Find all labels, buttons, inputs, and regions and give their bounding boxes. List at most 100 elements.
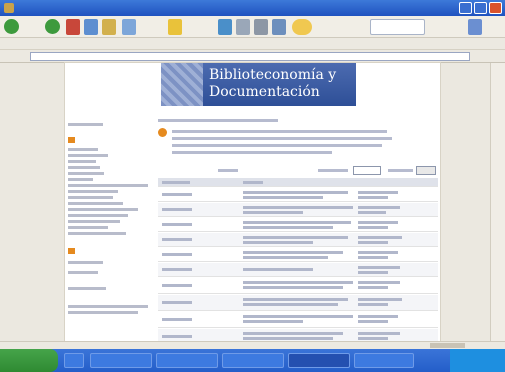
stop-icon[interactable] [66, 19, 80, 35]
menu-item-tools[interactable] [90, 40, 120, 47]
sidebar-link[interactable] [68, 261, 103, 264]
sidebar-link[interactable] [68, 220, 120, 223]
sort-select[interactable] [353, 166, 381, 175]
menu-item-file[interactable] [6, 40, 20, 47]
taskbar-window-button[interactable] [90, 353, 152, 368]
info-icon [158, 128, 167, 137]
status-bar [0, 341, 505, 349]
sidebar-link[interactable] [68, 232, 126, 235]
home-icon[interactable] [102, 19, 116, 35]
toolbar-extra-button[interactable] [468, 19, 482, 35]
section-bullet-icon [68, 137, 75, 143]
header-title-line2: Documentación [209, 84, 320, 100]
taskbar [0, 349, 505, 372]
vertical-scrollbar[interactable] [490, 63, 505, 349]
printer-icon[interactable] [254, 19, 268, 35]
system-tray [450, 349, 505, 372]
browser-content: Biblioteconomía y Documentación [0, 63, 505, 349]
menu-item-edit[interactable] [26, 40, 42, 47]
start-button[interactable] [0, 349, 58, 372]
sidebar-link[interactable] [68, 148, 98, 151]
table-row[interactable] [158, 188, 438, 202]
table-row[interactable] [158, 312, 438, 328]
title-bar [0, 0, 505, 16]
header-title-line1: Biblioteconomía y [209, 67, 337, 83]
sidebar-link[interactable] [68, 190, 118, 193]
menu-bar [0, 38, 505, 50]
back-arrow-icon[interactable] [4, 19, 19, 34]
sidebar-link[interactable] [68, 154, 108, 157]
intro-text [172, 151, 332, 154]
sidebar-link[interactable] [68, 287, 106, 290]
header-photo [161, 63, 203, 106]
close-button[interactable] [489, 2, 502, 14]
sidebar-link[interactable] [68, 214, 128, 217]
pager-link[interactable] [218, 169, 238, 172]
intro-text [172, 130, 387, 133]
table-header-row [158, 178, 438, 187]
sidebar-link[interactable] [68, 208, 138, 211]
sidebar-link[interactable] [68, 166, 100, 169]
intro-text [172, 137, 392, 140]
address-input[interactable] [30, 52, 470, 61]
column-header [162, 181, 190, 184]
sidebar-link[interactable] [68, 184, 148, 187]
sidebar-text [68, 311, 138, 314]
sidebar-line [68, 123, 103, 126]
taskbar-window-button[interactable] [156, 353, 218, 368]
quick-launch[interactable] [64, 353, 84, 368]
window-title [18, 2, 288, 13]
sidebar-link[interactable] [68, 226, 108, 229]
sidebar-link[interactable] [68, 196, 113, 199]
table-row[interactable] [158, 278, 438, 294]
menu-item-help[interactable] [126, 40, 140, 47]
pager-label [318, 169, 348, 172]
sidebar [68, 113, 153, 343]
taskbar-window-button[interactable] [222, 353, 284, 368]
messenger-icon[interactable] [292, 19, 312, 35]
section-bullet-icon [68, 248, 75, 254]
pager-label [388, 169, 413, 172]
favorites-label[interactable] [185, 22, 213, 30]
site-header-banner: Biblioteconomía y Documentación [161, 63, 356, 106]
forward-arrow-icon[interactable] [45, 19, 60, 34]
go-button[interactable] [416, 166, 436, 175]
breadcrumb[interactable] [158, 119, 278, 122]
sidebar-link[interactable] [68, 178, 93, 181]
table-row[interactable] [158, 233, 438, 247]
mail-icon[interactable] [236, 19, 250, 35]
minimize-button[interactable] [459, 2, 472, 14]
status-zone-label [430, 343, 465, 348]
table-row[interactable] [158, 203, 438, 217]
table-row[interactable] [158, 295, 438, 311]
table-row[interactable] [158, 263, 438, 277]
taskbar-window-button-active[interactable] [288, 353, 350, 368]
address-bar [0, 50, 505, 63]
taskbar-window-button[interactable] [354, 353, 414, 368]
refresh-icon[interactable] [84, 19, 98, 35]
ie-logo-icon [4, 3, 14, 13]
history-icon[interactable] [218, 19, 232, 35]
search-label[interactable] [139, 22, 163, 30]
search-box[interactable] [370, 19, 425, 35]
back-label[interactable] [21, 22, 41, 30]
maximize-button[interactable] [474, 2, 487, 14]
star-icon[interactable] [168, 19, 182, 35]
sidebar-link[interactable] [68, 271, 98, 274]
sidebar-link[interactable] [68, 202, 123, 205]
sidebar-link[interactable] [68, 172, 104, 175]
table-row[interactable] [158, 218, 438, 232]
search-icon[interactable] [122, 19, 136, 35]
toolbar [0, 16, 505, 38]
web-page: Biblioteconomía y Documentación [65, 63, 440, 349]
menu-item-favorites[interactable] [62, 40, 84, 47]
main-content [158, 113, 438, 345]
sidebar-link[interactable] [68, 160, 96, 163]
table-row[interactable] [158, 248, 438, 262]
edit-icon[interactable] [272, 19, 286, 35]
sidebar-text [68, 305, 148, 308]
intro-text [172, 144, 382, 147]
ie-window: Biblioteconomía y Documentación [0, 0, 505, 372]
menu-item-view[interactable] [46, 40, 58, 47]
column-header [243, 181, 263, 184]
